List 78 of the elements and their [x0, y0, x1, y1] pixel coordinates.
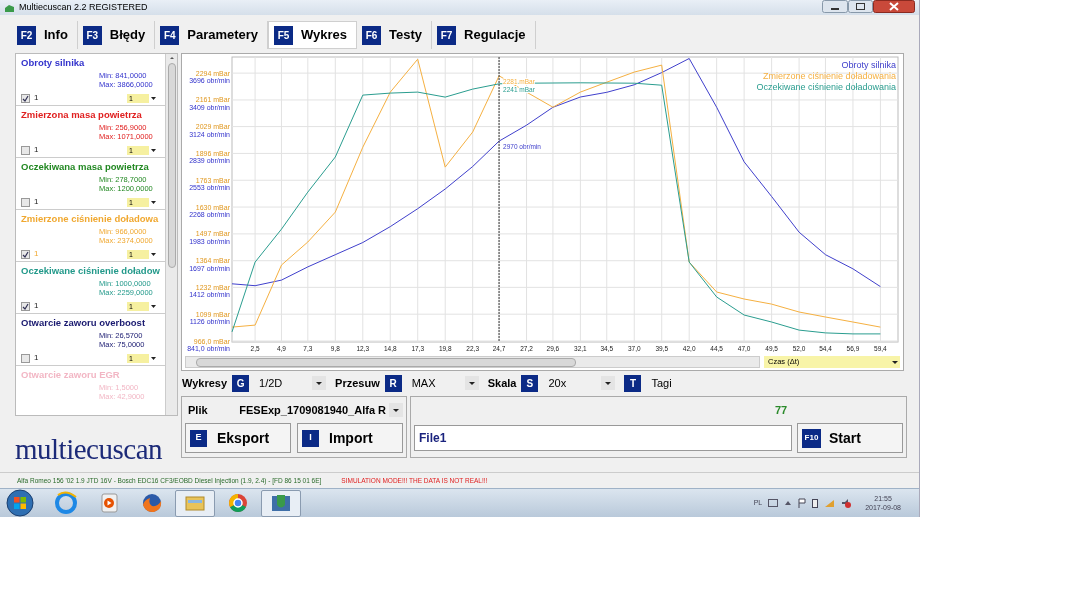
- start-button[interactable]: F10 Start: [797, 423, 903, 453]
- control-value[interactable]: 1/2D: [259, 374, 308, 392]
- control-label: Przesuw: [335, 375, 380, 391]
- button[interactable]: I Import: [297, 423, 403, 453]
- battery-icon[interactable]: [812, 498, 819, 508]
- key-badge: F10: [802, 428, 821, 448]
- flag-icon[interactable]: [798, 498, 807, 508]
- scroll-thumb[interactable]: [196, 357, 576, 367]
- index-text: 1: [34, 92, 39, 104]
- index-text: 1: [34, 144, 39, 156]
- ring-icon: [226, 491, 250, 515]
- index-text: 1: [34, 196, 39, 208]
- key-badge: T: [624, 374, 642, 392]
- check-icon: [22, 250, 29, 258]
- taskbar-button[interactable]: [261, 489, 301, 517]
- close-icon[interactable]: [873, 0, 915, 13]
- parameter-name: Zmierzone ciśnienie doładowa: [21, 213, 160, 225]
- tab[interactable]: F2 Info: [12, 21, 78, 49]
- parameter-name: Oczekiwana masa powietrza: [21, 161, 150, 173]
- volume-icon[interactable]: [841, 498, 852, 508]
- parameter-name: Oczekiwane ciśnienie doładow: [21, 265, 160, 277]
- checkbox[interactable]: [21, 197, 30, 207]
- start-button-icon[interactable]: [5, 489, 35, 517]
- scrollbar[interactable]: [185, 356, 760, 368]
- tab[interactable]: F7 Regulacje: [432, 21, 536, 49]
- check-icon: [22, 302, 29, 310]
- parameter-name: Otwarcie zaworu EGR: [21, 369, 121, 381]
- key-badge: E: [190, 429, 207, 447]
- control-value[interactable]: MAX: [411, 374, 460, 392]
- globe-icon: [54, 491, 78, 515]
- key-badge: F6: [362, 25, 382, 45]
- control-label: Wykresy: [182, 375, 228, 391]
- app-icon: [4, 2, 15, 13]
- keyboard-icon[interactable]: [768, 499, 779, 507]
- tab[interactable]: F3 Błędy: [77, 21, 156, 49]
- key-badge: F3: [82, 25, 102, 45]
- key-badge: G: [232, 374, 250, 392]
- checkbox[interactable]: [21, 93, 30, 103]
- window-title: Multiecuscan 2.2 REGISTERED: [19, 0, 148, 14]
- parameter-name: Obroty silnika: [21, 57, 86, 69]
- maximize-icon[interactable]: [848, 0, 873, 13]
- legend-label: Oczekiwane ciśnienie doładowania: [756, 82, 896, 92]
- tab[interactable]: F6 Testy: [357, 21, 433, 49]
- check-icon: [22, 94, 29, 102]
- count-text: 77: [775, 402, 788, 418]
- legend-label: Obroty silnika: [841, 60, 896, 70]
- index-text: 1: [34, 248, 39, 260]
- key-badge: S: [521, 374, 539, 392]
- index-text: 1: [34, 300, 39, 312]
- key-badge: R: [384, 374, 402, 392]
- button[interactable]: E Eksport: [185, 423, 291, 453]
- show-hidden-icon[interactable]: [784, 499, 793, 507]
- legend-label: Zmierzone ciśnienie doładowania: [762, 71, 896, 81]
- checkbox[interactable]: [21, 301, 30, 311]
- key-badge: F2: [17, 25, 36, 45]
- control-value[interactable]: Tagi: [651, 374, 700, 392]
- file-select[interactable]: FESExp_1709081940_Alfa R: [239, 401, 403, 419]
- field-label: Plik: [187, 402, 209, 418]
- fox-icon: [140, 491, 164, 515]
- key-badge: I: [302, 429, 319, 447]
- logo: multiecuscan: [15, 434, 162, 464]
- checkbox[interactable]: [21, 145, 30, 155]
- control-label: Skala: [487, 375, 517, 391]
- input-field[interactable]: File1: [414, 425, 792, 451]
- parameter-name: Otwarcie zaworu overboost: [21, 317, 147, 329]
- tab[interactable]: F5 Wykres: [268, 21, 358, 49]
- tab[interactable]: F4 Parametery: [155, 21, 269, 49]
- key-badge: F4: [160, 25, 180, 45]
- key-badge: F5: [274, 25, 294, 45]
- checkbox[interactable]: [21, 353, 30, 363]
- scrollbar[interactable]: [165, 54, 177, 415]
- key-badge: F7: [437, 25, 457, 45]
- checkbox[interactable]: [21, 249, 30, 259]
- index-text: 1: [34, 352, 39, 364]
- minimize-icon[interactable]: [822, 0, 848, 13]
- scroll-thumb[interactable]: [167, 63, 176, 268]
- control-value[interactable]: 20x: [548, 374, 597, 392]
- parameter-name: Zmierzona masa powietrza: [21, 109, 143, 121]
